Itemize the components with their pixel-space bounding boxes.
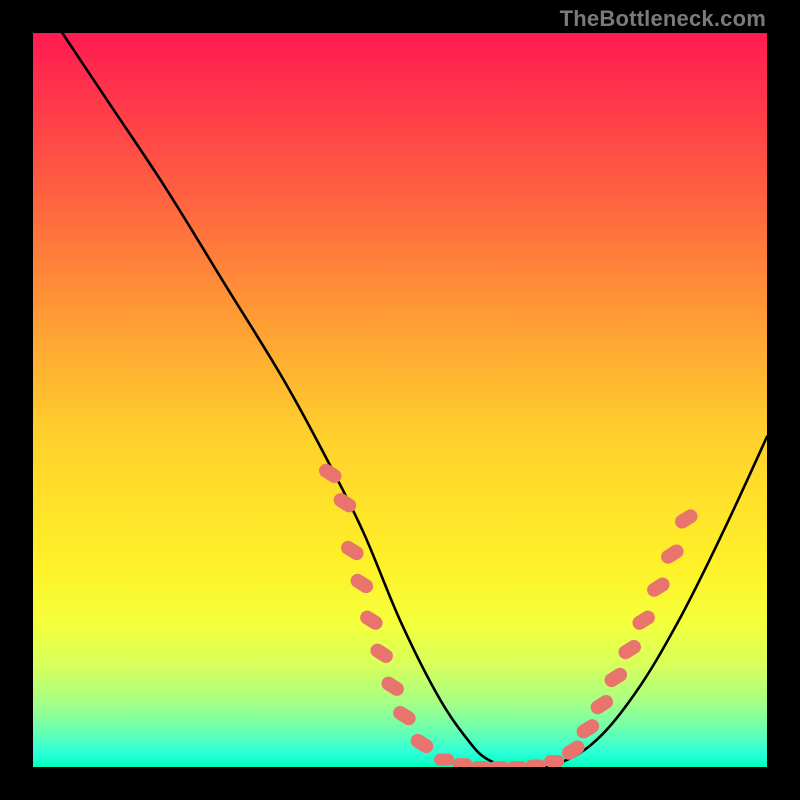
- marker-pill: [658, 542, 686, 567]
- marker-pill: [544, 755, 564, 767]
- watermark-text: TheBottleneck.com: [560, 6, 766, 32]
- marker-pill: [616, 637, 644, 662]
- marker-pill: [368, 641, 396, 666]
- marker-pill: [379, 674, 407, 699]
- marker-pill: [630, 608, 658, 633]
- marker-pill: [526, 760, 546, 767]
- markers-bottom: [434, 754, 564, 767]
- marker-pill: [588, 692, 616, 717]
- marker-pill: [602, 665, 630, 690]
- chart-svg: [33, 33, 767, 767]
- marker-pill: [338, 538, 366, 563]
- marker-pill: [331, 490, 359, 515]
- marker-pill: [316, 461, 344, 486]
- marker-pill: [391, 703, 419, 728]
- marker-pill: [559, 738, 587, 763]
- marker-pill: [408, 731, 436, 756]
- marker-pill: [507, 761, 527, 767]
- markers-left: [316, 461, 436, 756]
- marker-pill: [434, 754, 454, 766]
- plot-area: [30, 30, 770, 770]
- marker-pill: [644, 575, 672, 600]
- markers-right: [559, 507, 700, 763]
- bottleneck-curve: [62, 33, 767, 767]
- marker-pill: [489, 761, 509, 767]
- marker-pill: [348, 571, 376, 596]
- marker-pill: [452, 758, 472, 767]
- marker-pill: [357, 608, 385, 633]
- marker-pill: [574, 717, 602, 742]
- marker-pill: [471, 761, 491, 767]
- marker-pill: [672, 507, 700, 532]
